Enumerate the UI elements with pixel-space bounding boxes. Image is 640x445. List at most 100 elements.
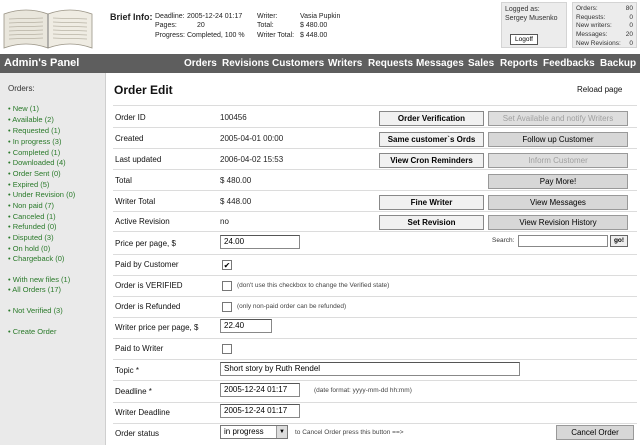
refunded-note: (only non-paid order can be refunded) [237,303,347,310]
order-status-label: Order status [115,429,160,438]
row-separator [113,317,637,318]
view-cron-reminders-button[interactable]: View Cron Reminders [379,153,484,168]
sidebar-item-under-revision[interactable]: • Under Revision (0) [8,190,75,199]
row-separator [113,254,637,255]
sidebar-item-on-hold[interactable]: • On hold (0) [8,244,50,253]
sidebar-item-chargeback[interactable]: • Chargeback (0) [8,254,64,263]
stats-box: Orders: 80 Requests: 0 New writers: 0 Messa… [572,2,637,48]
sidebar-heading: Orders: [8,84,35,93]
deadline-label: Deadline * [115,387,152,396]
order-refunded-label: Order is Refunded [115,302,181,311]
created-value: 2005-04-01 00:00 [220,134,284,143]
order-edit-panel: Order Edit Reload page Order ID 100456 C… [107,73,640,445]
inform-customer-button[interactable]: Inform Customer [488,153,628,168]
paid-to-writer-checkbox[interactable] [222,344,232,354]
last-updated-value: 2006-04-02 15:53 [220,155,284,164]
row-separator [113,190,637,191]
writer-deadline-input[interactable]: 2005-12-24 01:17 [220,404,300,418]
brief-info-label: Brief Info: [110,12,153,22]
topic-input[interactable]: Short story by Ruth Rendel [220,362,520,376]
total-value: $ 480.00 [300,22,328,29]
view-messages-button[interactable]: View Messages [488,195,628,210]
row-separator [113,148,637,149]
paid-to-writer-label: Paid to Writer [115,344,164,353]
stat-requests: Requests: 0 [576,13,633,21]
order-verification-button[interactable]: Order Verification [379,111,484,126]
order-id-value: 100456 [220,113,247,122]
search-input[interactable] [518,235,608,247]
search-go-button[interactable]: go! [610,235,628,247]
row-separator [113,105,637,106]
paid-by-customer-checkbox[interactable]: ✔ [222,260,232,270]
deadline-format-note: (date format: yyyy-mm-dd hh:mm) [314,387,412,394]
total-value: $ 480.00 [220,176,252,185]
writer-total-label: Writer Total: [257,32,295,39]
nav-revisions[interactable]: Revisions [222,58,269,69]
row-separator [113,231,637,232]
reload-page-link[interactable]: Reload page [577,85,622,94]
sidebar-item-completed[interactable]: • Completed (1) [8,148,60,157]
row-separator [113,211,637,212]
sidebar-item-order-sent[interactable]: • Order Sent (0) [8,169,61,178]
sidebar-item-requested[interactable]: • Requested (1) [8,126,60,135]
nav-writers[interactable]: Writers [328,58,362,69]
writer-label: Writer: [257,13,278,20]
sidebar-item-not-verified[interactable]: • Not Verified (3) [8,306,63,315]
logoff-button[interactable]: Logoff [510,34,538,45]
writer-total-value: $ 448.00 [220,197,252,206]
paid-by-customer-label: Paid by Customer [115,260,179,269]
row-separator [113,359,637,360]
set-available-notify-button[interactable]: Set Available and notify Writers [488,111,628,126]
sidebar-item-available[interactable]: • Available (2) [8,115,54,124]
row-separator [113,296,637,297]
deadline-input[interactable]: 2005-12-24 01:17 [220,383,300,397]
sidebar-item-create-order[interactable]: • Create Order [8,327,56,336]
writer-deadline-label: Writer Deadline [115,408,170,417]
verified-note: (don't use this checkbox to change the V… [237,282,390,289]
active-revision-label: Active Revision [115,217,170,226]
stat-new-writers: New writers: 0 [576,22,633,30]
cancel-order-button[interactable]: Cancel Order [556,425,634,440]
order-verified-label: Order is VERIFIED [115,281,183,290]
nav-feedbacks[interactable]: Feedbacks [543,58,595,69]
order-verified-checkbox[interactable] [222,281,232,291]
row-separator [113,169,637,170]
order-refunded-checkbox[interactable] [222,302,232,312]
same-customer-orders-button[interactable]: Same customer`s Ords [379,132,484,147]
fine-writer-button[interactable]: Fine Writer [379,195,484,210]
writer-total-label: Writer Total [115,197,156,206]
sidebar-item-in-progress[interactable]: • In progress (3) [8,137,61,146]
stat-messages: Messages: 20 [576,31,633,39]
sidebar-item-all-orders[interactable]: • All Orders (17) [8,285,61,294]
nav-reports[interactable]: Reports [500,58,538,69]
nav-orders[interactable]: Orders [184,58,217,69]
nav-backup[interactable]: Backup [600,58,636,69]
sidebar-item-disputed[interactable]: • Disputed (3) [8,233,54,242]
set-revision-button[interactable]: Set Revision [379,215,484,230]
price-per-page-label: Price per page, $ [115,239,176,248]
sidebar-item-with-new-files[interactable]: • With new files (1) [8,275,70,284]
writer-price-label: Writer price per page, $ [115,323,199,332]
progress-value: Completed, 100 % [187,32,245,39]
sidebar-item-new[interactable]: • New (1) [8,104,39,113]
writer-price-input[interactable]: 22.40 [220,319,272,333]
row-separator [113,275,637,276]
login-box: Logged as: Sergey Musenko Logoff [501,2,567,48]
order-id-label: Order ID [115,113,146,122]
chevron-down-icon: ▼ [276,426,287,438]
sidebar-item-refunded[interactable]: • Refunded (0) [8,222,57,231]
sidebar-item-canceled[interactable]: • Canceled (1) [8,212,56,221]
sidebar-item-non-paid[interactable]: • Non paid (7) [8,201,54,210]
order-status-select[interactable]: in progress ▼ [220,425,288,439]
sidebar-item-expired[interactable]: • Expired (5) [8,180,49,189]
nav-customers[interactable]: Customers [272,58,324,69]
pay-more-button[interactable]: Pay More! [488,174,628,189]
price-per-page-input[interactable]: 24.00 [220,235,300,249]
nav-sales[interactable]: Sales [468,58,494,69]
view-revision-history-button[interactable]: View Revision History [488,215,628,230]
nav-requests[interactable]: Requests [368,58,413,69]
follow-up-customer-button[interactable]: Follow up Customer [488,132,628,147]
sidebar-item-downloaded[interactable]: • Downloaded (4) [8,158,66,167]
total-label: Total [115,176,132,185]
nav-messages[interactable]: Messages [416,58,464,69]
